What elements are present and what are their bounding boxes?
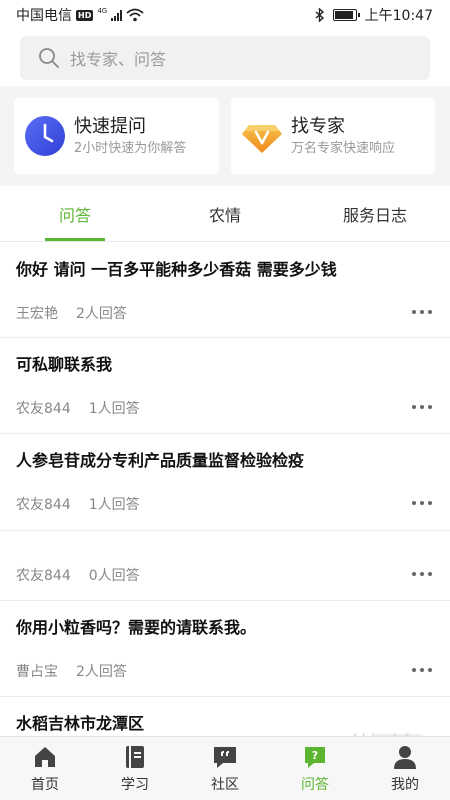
more-options-icon[interactable] [412, 572, 432, 576]
diamond-v-icon [242, 125, 282, 153]
chat-icon [214, 747, 236, 768]
question-list: 你好 请问 一百多平能种多少香菇 需要多少钱 王宏艳 2人回答 可私聊联系我 农… [0, 243, 450, 757]
question-author: 曹占宝 [16, 664, 58, 680]
status-left: 中国电信 HD 4G [16, 5, 144, 25]
nav-home-label: 首页 [31, 777, 59, 793]
carrier-name: 中国电信 [16, 8, 72, 24]
answer-count: 2人回答 [76, 664, 127, 680]
question-meta: 曹占宝 2人回答 [16, 661, 127, 681]
question-item[interactable]: 人参皂苷成分专利产品质量监督检验检疫 农友844 1人回答 [0, 434, 450, 531]
nav-profile[interactable]: 我的 [360, 737, 450, 800]
more-options-icon[interactable] [412, 310, 432, 314]
question-title[interactable]: 你用小粒香吗？需要的请联系我。 [16, 601, 434, 639]
question-title[interactable]: 人参皂苷成分专利产品质量监督检验检疫 [16, 434, 434, 472]
quick-ask-subtitle: 2小时快速为你解答 [74, 140, 187, 156]
answer-count: 1人回答 [88, 401, 140, 417]
nav-qa-label: 问答 [301, 777, 329, 793]
question-meta: 王宏艳 2人回答 [16, 303, 127, 323]
nav-community-label: 社区 [211, 777, 239, 793]
quick-ask-card[interactable]: 快速提问 2小时快速为你解答 [14, 98, 219, 174]
tab-farm-info[interactable]: 农情 [150, 186, 300, 241]
question-title[interactable]: 你好 请问 一百多平能种多少香菇 需要多少钱 [16, 243, 434, 281]
question-item[interactable]: 可私聊联系我 农友844 1人回答 [0, 338, 450, 434]
search-icon [39, 48, 59, 68]
question-item[interactable]: 你好 请问 一百多平能种多少香菇 需要多少钱 王宏艳 2人回答 [0, 243, 450, 338]
wifi-icon [126, 8, 144, 22]
question-item[interactable]: 你用小粒香吗？需要的请联系我。 曹占宝 2人回答 [0, 601, 450, 697]
answer-count: 1人回答 [88, 497, 140, 513]
question-meta: 农友844 0人回答 [16, 565, 140, 585]
nav-study[interactable]: 学习 [90, 737, 180, 800]
qa-icon: ? [305, 747, 325, 768]
book-icon [126, 746, 144, 768]
question-meta: 农友844 1人回答 [16, 494, 140, 514]
find-expert-text: 找专家 万名专家快速响应 [291, 115, 395, 158]
question-title[interactable]: 水稻吉林市龙潭区 [16, 697, 434, 735]
status-right: 上午10:47 [315, 5, 433, 25]
search-bar[interactable]: 找专家、问答 [20, 36, 430, 80]
bluetooth-icon [315, 8, 324, 22]
signal-icon [111, 9, 123, 21]
home-icon [35, 747, 55, 767]
bottom-nav: 首页 学习 社区 ? 问答 我的 [0, 736, 450, 800]
question-author: 农友844 [16, 401, 71, 417]
profile-icon [394, 746, 416, 769]
network-type: 4G [97, 7, 108, 15]
answer-count: 2人回答 [76, 306, 127, 322]
nav-qa[interactable]: ? 问答 [270, 737, 360, 800]
status-bar: 中国电信 HD 4G 上午10:47 [0, 0, 450, 30]
quick-ask-title: 快速提问 [74, 115, 146, 137]
tab-service-log[interactable]: 服务日志 [300, 186, 450, 241]
clock-time: 上午10:47 [364, 8, 433, 24]
quick-actions: 快速提问 2小时快速为你解答 找专家 万名专家快速响应 [0, 86, 450, 186]
search-input[interactable]: 找专家、问答 [70, 46, 166, 70]
question-author: 农友844 [16, 568, 71, 584]
content-tabs: 问答 农情 服务日志 [0, 186, 450, 242]
question-item[interactable]: 农友844 0人回答 [0, 531, 450, 601]
more-options-icon[interactable] [412, 405, 432, 409]
svg-text:?: ? [312, 749, 318, 762]
question-meta: 农友844 1人回答 [16, 398, 140, 418]
nav-home[interactable]: 首页 [0, 737, 90, 800]
find-expert-card[interactable]: 找专家 万名专家快速响应 [231, 98, 435, 174]
clock-icon [25, 116, 65, 156]
answer-count: 0人回答 [88, 568, 140, 584]
hd-badge: HD [76, 9, 94, 21]
nav-community[interactable]: 社区 [180, 737, 270, 800]
tab-qa[interactable]: 问答 [0, 186, 150, 241]
find-expert-subtitle: 万名专家快速响应 [291, 140, 396, 156]
nav-study-label: 学习 [121, 777, 149, 793]
question-author: 王宏艳 [16, 306, 58, 322]
question-title[interactable] [16, 531, 434, 547]
question-title[interactable]: 可私聊联系我 [16, 338, 434, 376]
more-options-icon[interactable] [412, 501, 432, 505]
quick-ask-text: 快速提问 2小时快速为你解答 [74, 115, 186, 158]
more-options-icon[interactable] [412, 668, 432, 672]
question-author: 农友844 [16, 497, 71, 513]
nav-profile-label: 我的 [391, 777, 419, 793]
find-expert-title: 找专家 [291, 115, 345, 137]
battery-icon [332, 9, 360, 21]
